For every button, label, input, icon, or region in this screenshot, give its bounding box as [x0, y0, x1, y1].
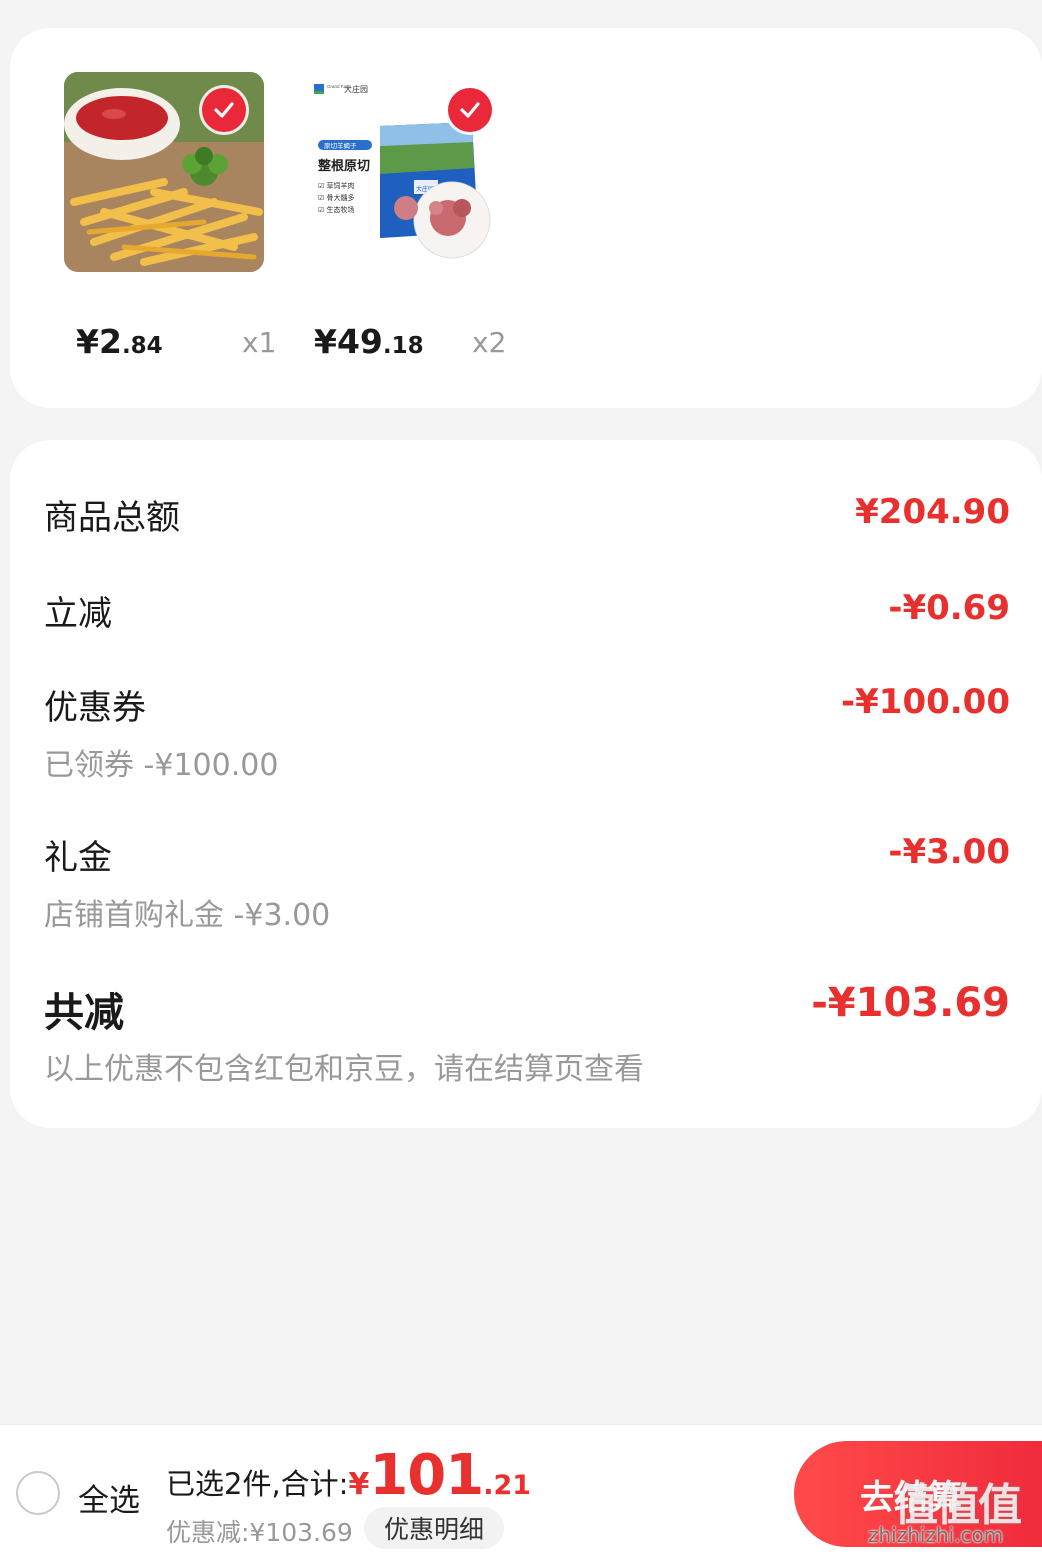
coupon-value: -¥100.00 — [841, 682, 1010, 722]
instant-reduction-value: -¥0.69 — [888, 588, 1010, 628]
product-price: ¥2.84 — [76, 322, 163, 361]
svg-text:☑ 生态牧场: ☑ 生态牧场 — [318, 205, 355, 214]
coupon-detail: 已领券 -¥100.00 — [44, 748, 279, 783]
svg-text:大庄园: 大庄园 — [344, 84, 368, 94]
selected-products-card: ¥2.84 x1 Grand Farm 大庄园 大庄园 原切羊蝎子 整根原切 ☑… — [10, 28, 1042, 408]
goods-total-label: 商品总额 — [44, 498, 180, 538]
product-item-lamb[interactable]: Grand Farm 大庄园 大庄园 原切羊蝎子 整根原切 ☑ 草饲羊肉 ☑ 骨… — [302, 72, 542, 372]
discount-detail-button[interactable]: 优惠明细 — [364, 1507, 504, 1549]
selected-total: 已选2件,合计:¥101.21 — [166, 1443, 532, 1508]
checkout-bar: 全选 已选2件,合计:¥101.21 优惠减:¥103.69 优惠明细 去结算 … — [0, 1424, 1042, 1552]
gift-value: -¥3.00 — [888, 832, 1010, 872]
total-price-integer: 101 — [369, 1443, 484, 1508]
total-reduction-value: -¥103.69 — [811, 980, 1010, 1026]
discount-note: 以上优惠不包含红包和京豆，请在结算页查看 — [44, 1052, 644, 1087]
goods-total-value: ¥204.90 — [855, 492, 1010, 532]
selected-count-label: 已选2件,合计: — [166, 1467, 349, 1501]
svg-text:整根原切: 整根原切 — [317, 158, 370, 174]
product-quantity: x2 — [472, 326, 507, 359]
instant-reduction-label: 立减 — [44, 594, 112, 634]
select-all-radio[interactable] — [16, 1471, 60, 1515]
selected-check-icon[interactable] — [202, 88, 246, 132]
select-all-label[interactable]: 全选 — [78, 1475, 140, 1520]
product-item-fries[interactable]: ¥2.84 x1 — [64, 72, 304, 372]
total-price-decimal: .21 — [483, 1470, 532, 1501]
gift-detail: 店铺首购礼金 -¥3.00 — [44, 898, 331, 933]
product-quantity: x1 — [242, 326, 277, 359]
selected-check-icon[interactable] — [448, 88, 492, 132]
product-price: ¥49.18 — [314, 322, 424, 361]
discount-amount: 优惠减:¥103.69 — [166, 1518, 353, 1547]
coupon-label: 优惠券 — [44, 688, 146, 728]
total-reduction-label: 共减 — [44, 990, 124, 1036]
svg-text:原切羊蝎子: 原切羊蝎子 — [324, 141, 357, 150]
svg-text:☑ 骨大髓多: ☑ 骨大髓多 — [318, 193, 355, 202]
svg-text:☑ 草饲羊肉: ☑ 草饲羊肉 — [318, 181, 355, 190]
price-summary-card: 商品总额 ¥204.90 立减 -¥0.69 优惠券 -¥100.00 已领券 … — [10, 440, 1042, 1128]
checkout-button[interactable]: 去结算 — [794, 1441, 1042, 1547]
gift-label: 礼金 — [44, 838, 112, 878]
